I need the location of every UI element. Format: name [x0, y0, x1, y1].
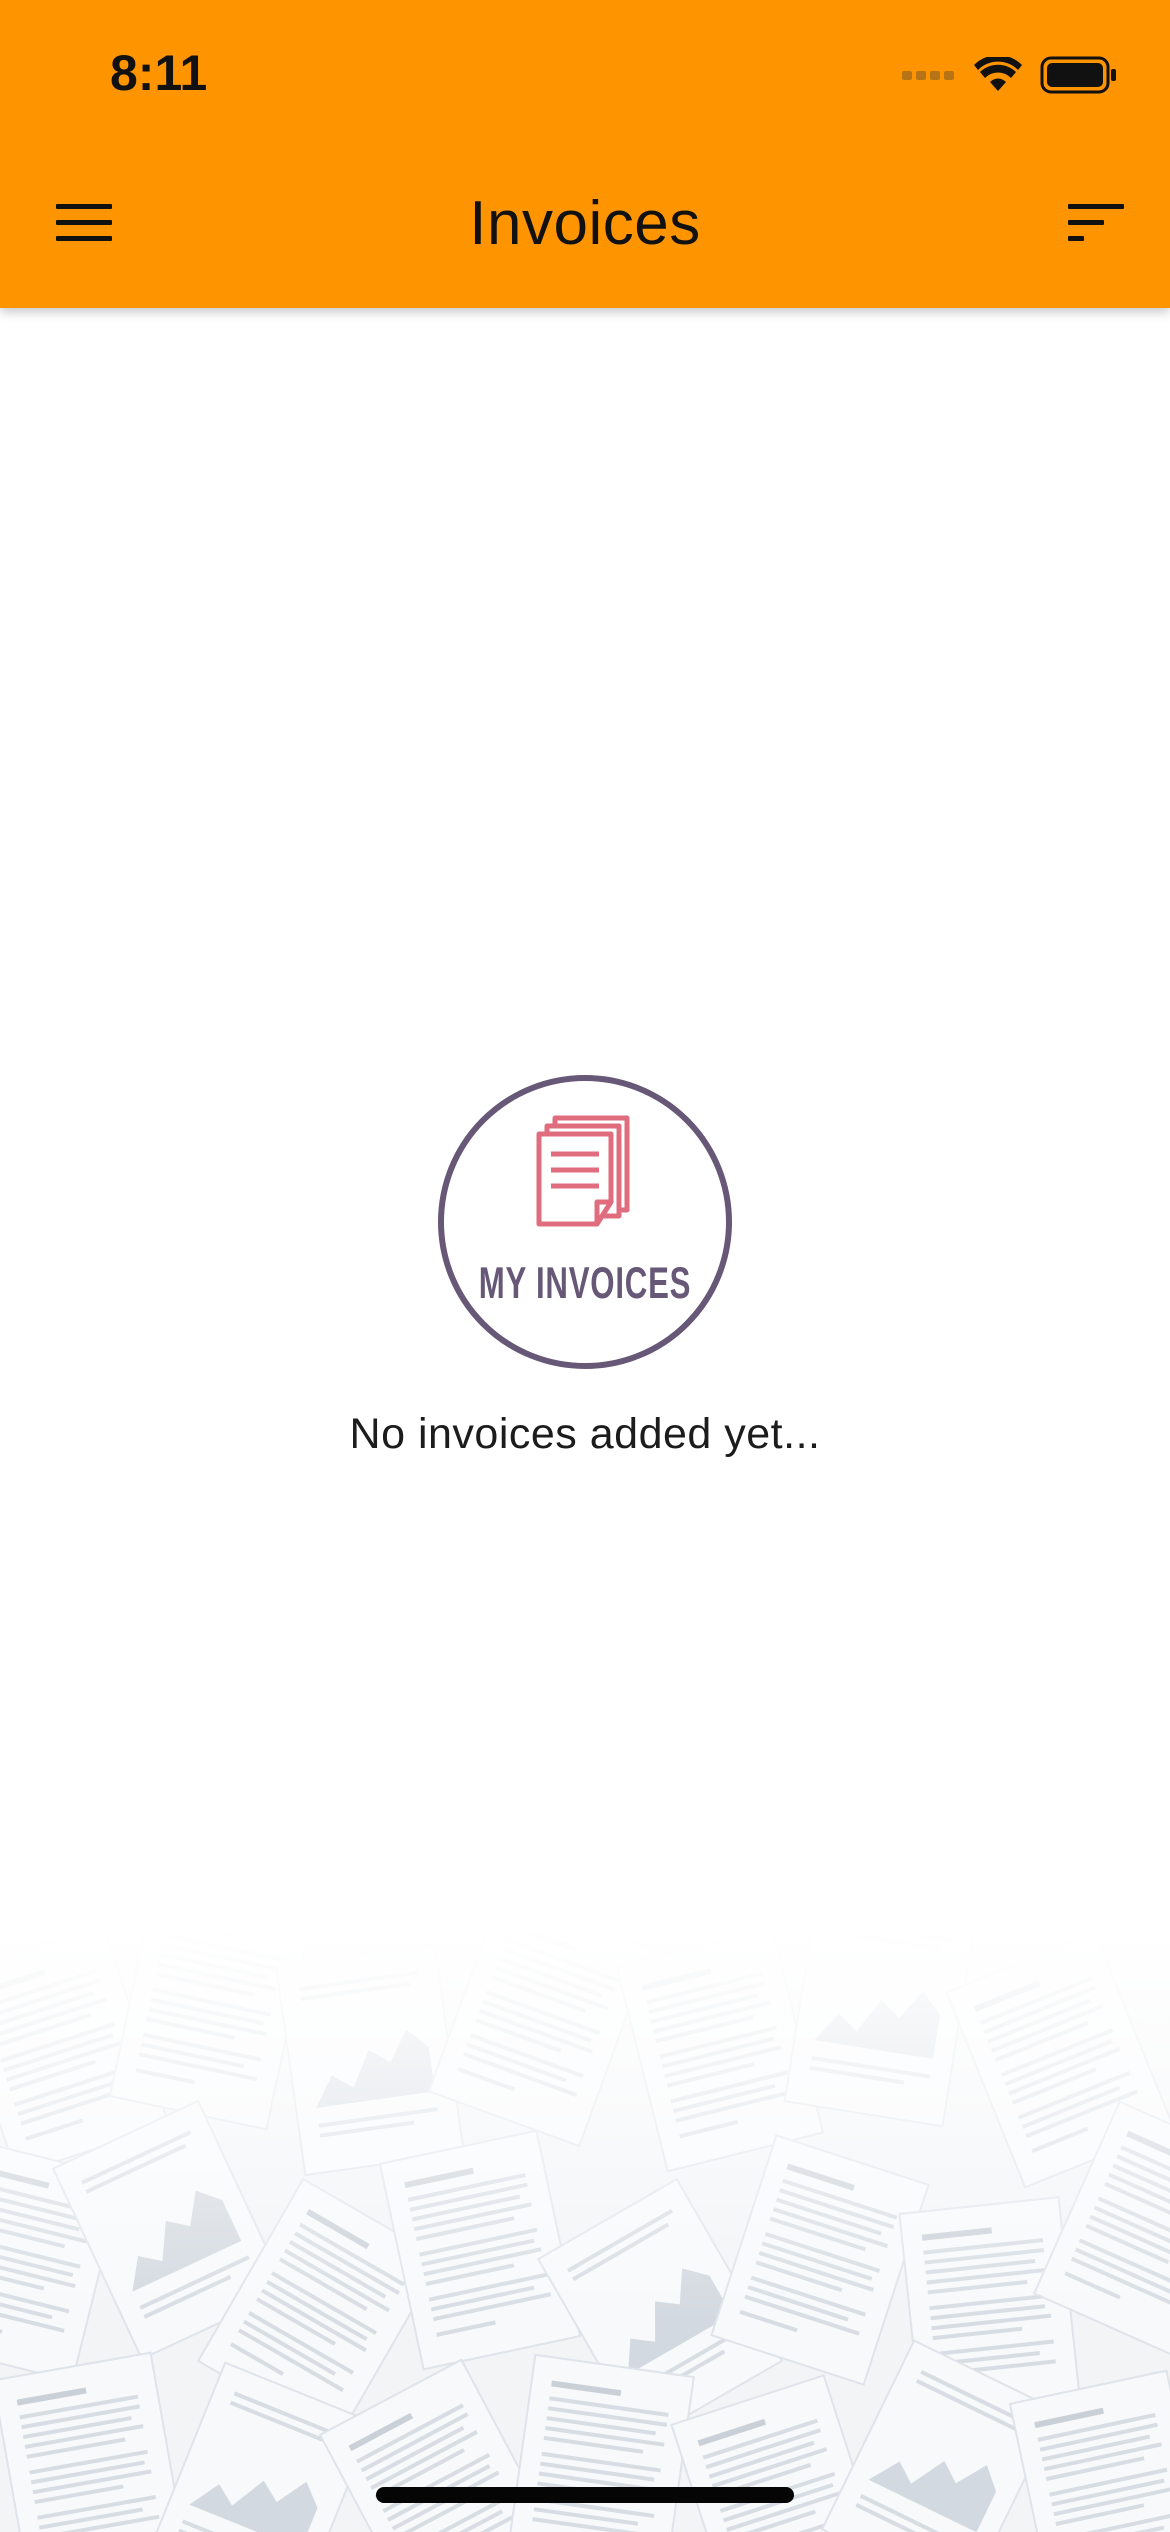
status-icons: [902, 52, 1118, 98]
scattered-papers-image: [0, 1930, 1170, 2532]
empty-message: No invoices added yet...: [349, 1410, 821, 1458]
battery-icon: [1040, 56, 1116, 94]
app-bar: 8:11 Invoices: [0, 0, 1170, 308]
wifi-icon: [974, 57, 1022, 91]
home-indicator[interactable]: [376, 2487, 794, 2503]
empty-state: MY INVOICES No invoices added yet...: [0, 1074, 1170, 1459]
sort-button[interactable]: [1054, 180, 1138, 264]
page-title: Invoices: [469, 189, 701, 258]
invoices-screen: 8:11 Invoices MY INVOICES No invoices ad…: [0, 0, 1170, 2532]
cellular-signal-icon: [902, 71, 954, 80]
sort-filter-icon: [1068, 204, 1124, 241]
stacked-documents-icon: [536, 1115, 630, 1227]
my-invoices-logo: MY INVOICES: [438, 1075, 732, 1369]
status-time: 8:11: [110, 45, 208, 101]
logo-text: MY INVOICES: [479, 1259, 692, 1309]
